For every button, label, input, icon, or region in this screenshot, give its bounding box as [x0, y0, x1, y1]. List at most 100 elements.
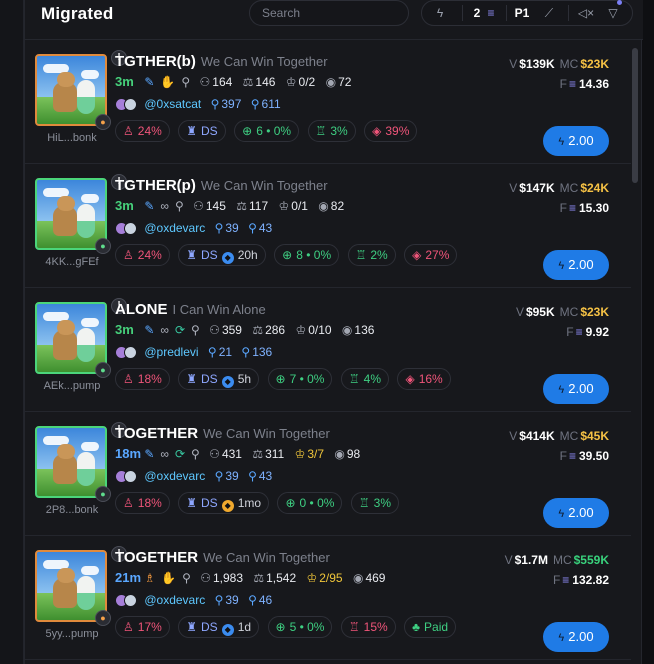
token-row[interactable]: ! ● HiL...bonk TGTHER(b) We Can Win Toget…: [25, 40, 631, 164]
crown-icon: ♔: [294, 447, 306, 461]
people-icon[interactable]: ♗: [144, 571, 155, 585]
token-image[interactable]: [35, 302, 107, 374]
followers-count: 39: [225, 593, 239, 607]
top10-pill[interactable]: ♙ 18%: [115, 368, 170, 390]
refresh-icon[interactable]: ⟳: [175, 323, 185, 337]
snipers-pill[interactable]: ⊕ 5 • 0%: [267, 616, 333, 638]
twitter-handle[interactable]: @predlevi: [144, 345, 198, 359]
quick-buy-button[interactable]: ϟ 2.00: [543, 374, 609, 404]
token-ticker[interactable]: TOGETHER: [115, 549, 198, 566]
search-icon[interactable]: ⚲: [191, 447, 200, 461]
scrollbar[interactable]: [632, 48, 638, 183]
twitter-handle[interactable]: @oxdevarc: [144, 221, 205, 235]
preset-selector[interactable]: P1: [512, 1, 532, 25]
refresh-icon[interactable]: ⟳: [175, 447, 185, 461]
insiders-pill[interactable]: ♖ 3%: [307, 120, 356, 142]
views-stat: ◉ 469: [353, 571, 386, 585]
quick-buy-button[interactable]: ϟ 2.00: [543, 250, 609, 280]
quick-buy-button[interactable]: ϟ 2.00: [543, 622, 609, 652]
crown-count: 3/7: [307, 447, 325, 461]
user-icon: ⚲: [214, 221, 224, 235]
bundles-pill[interactable]: ◈ 27%: [404, 244, 458, 266]
top10-pill[interactable]: ♙ 18%: [115, 492, 170, 514]
token-address[interactable]: AEk...pump: [31, 380, 113, 392]
chart-icon[interactable]: ⟋: [540, 1, 558, 25]
filter-icon[interactable]: ▽: [604, 0, 622, 25]
leaf-icon[interactable]: ✎: [144, 199, 154, 213]
token-address[interactable]: 5yy...pump: [31, 628, 113, 640]
token-ticker[interactable]: TOGETHER: [115, 425, 198, 442]
search-icon[interactable]: ⚲: [181, 75, 190, 89]
token-image[interactable]: [35, 54, 107, 126]
insiders-pill[interactable]: ♖ 2%: [347, 244, 396, 266]
top10-pill[interactable]: ♙ 17%: [115, 616, 170, 638]
dev-pill[interactable]: ♜ DS ◆ 5h: [178, 368, 260, 390]
left-sidebar: [0, 0, 24, 664]
twitter-handle[interactable]: @0xsatcat: [144, 97, 201, 111]
snipers-pill[interactable]: ⊕ 8 • 0%: [274, 244, 340, 266]
link-icon[interactable]: ∞: [160, 199, 169, 213]
bundles-pill[interactable]: ◈ 39%: [364, 120, 418, 142]
bundles-pill[interactable]: ◈ 16%: [397, 368, 451, 390]
token-row[interactable]: ! ● 5yy...pump TOGETHER We Can Win Togeth…: [25, 536, 631, 660]
token-address[interactable]: 2P8...bonk: [31, 504, 113, 516]
views-stat: ◉ 136: [342, 323, 375, 337]
solana-icon: ≡: [568, 201, 576, 215]
token-row[interactable]: ! ● AEk...pump ALONE I Can Win Alone 3m ✎…: [25, 288, 631, 412]
snipers-pill[interactable]: ⊕ 0 • 0%: [277, 492, 343, 514]
snipers-pill[interactable]: ⊕ 6 • 0%: [234, 120, 300, 142]
token-row[interactable]: ! ● 2P8...bonk TOGETHER We Can Win Togeth…: [25, 412, 631, 536]
search-input[interactable]: Search: [249, 0, 409, 26]
insiders-pill[interactable]: ♖ 3%: [350, 492, 399, 514]
snipers-value: 8 • 0%: [296, 248, 332, 262]
token-ticker[interactable]: TGTHER(p): [115, 177, 196, 194]
insiders-pill[interactable]: ♖ 4%: [340, 368, 390, 390]
dev-pill[interactable]: ♜ DS ◆ 1mo: [178, 492, 270, 514]
avatar: [124, 221, 137, 235]
crosshair-icon: ⊕: [285, 496, 296, 510]
token-address[interactable]: 4KK...gFEf: [31, 256, 113, 268]
search-icon[interactable]: ⚲: [182, 571, 191, 585]
quick-buy-button[interactable]: ϟ 2.00: [543, 498, 609, 528]
leaf-icon[interactable]: ✎: [144, 447, 154, 461]
lightning-icon: ϟ: [558, 632, 565, 644]
volume-value: $414K: [519, 429, 555, 443]
eye-icon: ◉: [318, 199, 329, 213]
social-icons: ✎ ∞ ⟳ ⚲: [144, 323, 205, 337]
lightning-icon[interactable]: ϟ: [432, 1, 448, 25]
divider: [462, 5, 463, 21]
token-ticker[interactable]: ALONE: [115, 301, 168, 318]
link-icon[interactable]: ∞: [160, 447, 169, 461]
twitter-handle[interactable]: @oxdevarc: [144, 469, 205, 483]
search-icon[interactable]: ⚲: [191, 323, 200, 337]
token-image[interactable]: [35, 178, 107, 250]
token-image[interactable]: [35, 550, 107, 622]
token-tagline: We Can Win Together: [203, 550, 330, 565]
insiders-pill[interactable]: ♖ 15%: [340, 616, 396, 638]
crown-count: 0/1: [291, 199, 308, 213]
leaf-icon[interactable]: ✎: [144, 323, 154, 337]
search-icon[interactable]: ⚲: [175, 199, 184, 213]
snipers-pill[interactable]: ⊕ 7 • 0%: [267, 368, 333, 390]
quick-buy-button[interactable]: ϟ 2.00: [543, 126, 609, 156]
twitter-handle[interactable]: @oxdevarc: [144, 593, 205, 607]
quick-buy-amount[interactable]: 2: [470, 1, 484, 25]
token-tagline: We Can Win Together: [200, 54, 328, 69]
token-age: 3m: [115, 74, 134, 89]
image-pill-top: [77, 328, 95, 346]
dev-pill[interactable]: ♜ DS ◆ 20h: [178, 244, 266, 266]
token-row[interactable]: ! ● 4KK...gFEf TGTHER(p) We Can Win Toget…: [25, 164, 631, 288]
token-address[interactable]: HiL...bonk: [31, 132, 113, 144]
dev-pill[interactable]: ♜ DS: [178, 120, 226, 142]
hand-icon[interactable]: ✋: [160, 75, 175, 89]
dev-pill[interactable]: ♜ DS ◆ 1d: [178, 616, 260, 638]
dex-paid-pill[interactable]: ♣ Paid: [404, 616, 457, 638]
top10-pill[interactable]: ♙ 24%: [115, 244, 170, 266]
hand-icon[interactable]: ✋: [161, 571, 176, 585]
top10-pill[interactable]: ♙ 24%: [115, 120, 170, 142]
token-image[interactable]: [35, 426, 107, 498]
link-icon[interactable]: ∞: [160, 323, 169, 337]
leaf-icon[interactable]: ✎: [144, 75, 154, 89]
mute-icon[interactable]: ◁×: [576, 1, 596, 25]
token-ticker[interactable]: TGTHER(b): [115, 53, 196, 70]
